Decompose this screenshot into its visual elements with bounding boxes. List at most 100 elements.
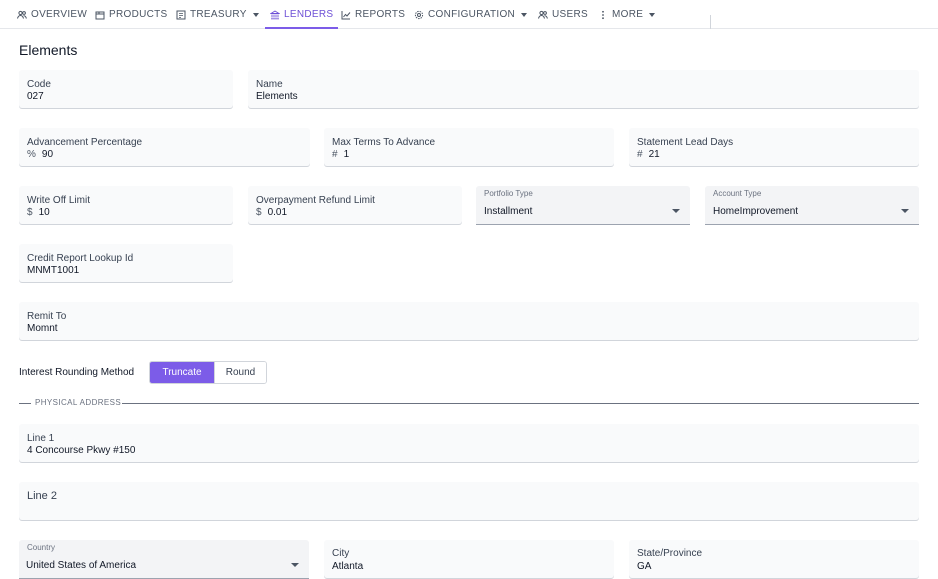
nav-users[interactable]: USERS <box>538 0 588 29</box>
field-label: Line 1 <box>27 433 55 444</box>
max-terms-value: 1 <box>343 149 350 160</box>
nav-more[interactable]: MORE <box>598 0 656 29</box>
city-value: Atlanta <box>332 561 364 572</box>
field-label: Advancement Percentage <box>27 137 143 148</box>
nav-treasury[interactable]: TREASURY <box>176 0 259 29</box>
field-label: Country <box>27 543 56 552</box>
users-icon <box>538 10 548 19</box>
statement-lead-days-value: 21 <box>648 149 660 160</box>
nav-label: CONFIGURATION <box>428 9 516 20</box>
round-button[interactable]: Round <box>214 362 266 383</box>
field-value: $0.01 <box>256 207 287 218</box>
page-title: Elements <box>19 42 78 58</box>
account-type-select[interactable]: Account Type HomeImprovement <box>705 186 919 224</box>
code-value: 027 <box>27 91 44 102</box>
max-terms-field[interactable]: Max Terms To Advance #1 <box>324 128 614 166</box>
dots-vertical-icon <box>602 10 604 19</box>
bank-icon <box>270 9 280 19</box>
line2-field[interactable]: Line 2 <box>19 482 919 520</box>
nav-divider <box>710 15 711 29</box>
field-label: Portfolio Type <box>484 189 533 198</box>
hash-icon: # <box>332 149 338 160</box>
field-value: #21 <box>637 149 660 160</box>
divider-line <box>122 403 919 404</box>
credit-report-value: MNMT1001 <box>27 265 80 276</box>
name-field[interactable]: Name Elements <box>248 70 919 108</box>
chart-line-icon <box>341 10 351 19</box>
nav-lenders[interactable]: LENDERS <box>264 0 339 29</box>
dropdown-arrow-icon <box>901 209 909 213</box>
nav-label: MORE <box>612 9 644 20</box>
field-value: Momnt <box>27 323 58 334</box>
field-label: Write Off Limit <box>27 195 90 206</box>
field-label: Overpayment Refund Limit <box>256 195 375 206</box>
portfolio-type-value: Installment <box>484 206 533 217</box>
field-value: GA <box>637 561 651 572</box>
nav-label: PRODUCTS <box>109 9 168 20</box>
nav-products[interactable]: PRODUCTS <box>95 0 168 29</box>
interest-rounding-toggle: Truncate Round <box>149 361 267 384</box>
field-label: Name <box>256 79 283 90</box>
nav-configuration[interactable]: CONFIGURATION <box>414 0 528 29</box>
interest-rounding-label: Interest Rounding Method <box>19 367 135 378</box>
remit-to-field[interactable]: Remit To Momnt <box>19 302 919 340</box>
chevron-down-icon <box>252 12 259 17</box>
nav-label: TREASURY <box>190 9 247 20</box>
field-value: Elements <box>256 91 298 102</box>
hash-icon: # <box>637 149 643 160</box>
ledger-icon <box>176 10 186 19</box>
box-icon <box>95 11 105 19</box>
line1-value: 4 Concourse Pkwy #150 <box>27 445 136 456</box>
percent-icon: % <box>27 149 36 160</box>
dropdown-arrow-icon <box>291 563 299 567</box>
field-label: Line 2 <box>27 490 57 502</box>
nav-reports[interactable]: REPORTS <box>341 0 405 29</box>
advancement-percentage-field[interactable]: Advancement Percentage % 90 <box>19 128 310 166</box>
field-label: Code <box>27 79 51 90</box>
field-label: Credit Report Lookup Id <box>27 253 134 264</box>
field-value: MNMT1001 <box>27 265 79 276</box>
write-off-limit-field[interactable]: Write Off Limit $10 <box>19 186 233 224</box>
credit-report-lookup-field[interactable]: Credit Report Lookup Id MNMT1001 <box>19 244 233 282</box>
field-value: Installment <box>484 206 532 217</box>
nav-overview[interactable]: OVERVIEW <box>17 0 87 29</box>
overpayment-value: 0.01 <box>267 207 288 218</box>
field-label: Account Type <box>713 189 762 198</box>
divider-line <box>19 403 31 404</box>
physical-address-divider: PHYSICAL ADDRESS <box>19 398 919 410</box>
portfolio-type-select[interactable]: Portfolio Type Installment <box>476 186 690 224</box>
field-label: Max Terms To Advance <box>332 137 436 148</box>
code-field[interactable]: Code 027 <box>19 70 233 108</box>
name-value: Elements <box>256 91 298 102</box>
field-value: 4 Concourse Pkwy #150 <box>27 445 135 456</box>
statement-lead-days-field[interactable]: Statement Lead Days #21 <box>629 128 919 166</box>
nav-label: OVERVIEW <box>31 9 88 20</box>
city-field[interactable]: City Atlanta <box>324 540 614 578</box>
field-value: Atlanta <box>332 561 363 572</box>
country-value: United States of America <box>26 560 137 571</box>
truncate-button[interactable]: Truncate <box>150 362 214 383</box>
dropdown-arrow-icon <box>672 209 680 213</box>
gear-icon <box>414 10 424 19</box>
dollar-icon: $ <box>27 207 33 218</box>
remit-to-value: Momnt <box>27 323 58 334</box>
overpayment-refund-limit-field[interactable]: Overpayment Refund Limit $0.01 <box>248 186 462 224</box>
advancement-value: 90 <box>41 149 54 160</box>
field-value: % 90 <box>27 149 53 160</box>
field-value: #1 <box>332 149 349 160</box>
chevron-down-icon <box>521 12 528 17</box>
field-value: 027 <box>27 91 44 102</box>
state-field[interactable]: State/Province GA <box>629 540 919 578</box>
country-select[interactable]: Country United States of America <box>19 540 309 578</box>
dollar-icon: $ <box>256 207 262 218</box>
field-label: Remit To <box>27 311 67 322</box>
field-value: HomeImprovement <box>713 206 798 217</box>
line1-field[interactable]: Line 1 4 Concourse Pkwy #150 <box>19 424 919 462</box>
account-type-value: HomeImprovement <box>713 206 799 217</box>
field-value: $10 <box>27 207 50 218</box>
field-label: Statement Lead Days <box>637 137 734 148</box>
chevron-down-icon <box>649 12 656 17</box>
field-value: United States of America <box>26 560 136 571</box>
nav-label: REPORTS <box>355 9 406 20</box>
nav-label: USERS <box>552 9 588 20</box>
